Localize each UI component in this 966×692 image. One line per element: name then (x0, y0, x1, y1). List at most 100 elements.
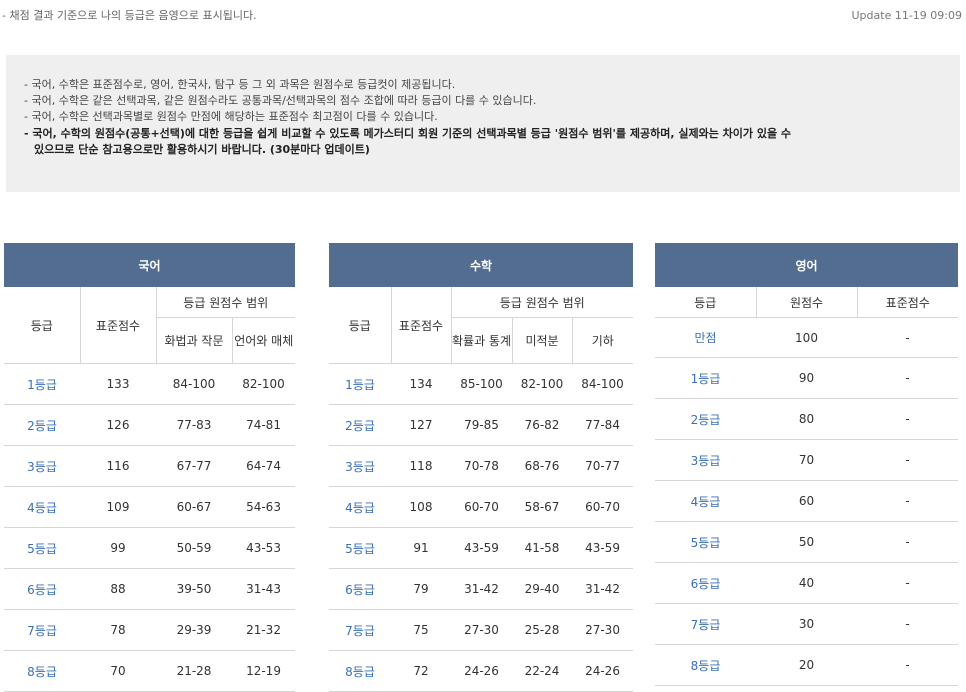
grade-cell: 5등급 (329, 527, 391, 569)
std-score-cell: 70 (80, 650, 156, 692)
grade-cell: 3등급 (4, 445, 80, 487)
std-score-cell: 99 (80, 527, 156, 569)
grade-cell: 7등급 (655, 603, 756, 645)
std-score-cell: - (857, 357, 958, 399)
korean-grade-table: 국어 등급 표준점수 등급 원점수 범위 화법과 작문 언어와 매체 1등급 13… (4, 243, 296, 692)
english-grade-table: 영어 등급 원점수 표준점수 만점 100-1등급 90-2등급 80-3등급 70-4… (655, 243, 958, 686)
raw-score-cell: 100 (756, 317, 857, 358)
std-score-cell: 126 (80, 404, 156, 446)
raw-range-cell: 50-59 (156, 527, 232, 569)
raw-score-cell: 50 (756, 521, 857, 563)
raw-range-cell: 70-77 (572, 445, 634, 487)
raw-range-cell: 43-53 (232, 527, 296, 569)
col-raw-range: 등급 원점수 범위 (451, 287, 634, 318)
grade-cell: 8등급 (329, 650, 391, 692)
raw-range-cell: 85-100 (451, 363, 512, 405)
col-subject-language-media: 언어와 매체 (232, 317, 296, 364)
col-raw-score: 원점수 (756, 287, 858, 318)
raw-range-cell: 84-100 (572, 363, 634, 405)
raw-range-cell: 31-43 (232, 568, 296, 610)
table-row: 3등급 70- (655, 439, 958, 481)
raw-range-cell: 60-70 (451, 486, 512, 528)
grade-cell: 7등급 (4, 609, 80, 651)
std-score-cell: - (857, 644, 958, 686)
std-score-cell: 91 (391, 527, 451, 569)
grade-cell: 5등급 (4, 527, 80, 569)
col-std-score: 표준점수 (391, 287, 452, 364)
raw-range-cell: 77-84 (572, 404, 634, 446)
col-grade: 등급 (329, 287, 392, 364)
grade-cell: 8등급 (4, 650, 80, 692)
raw-range-cell: 41-58 (512, 527, 572, 569)
std-score-cell: 78 (80, 609, 156, 651)
raw-range-cell: 24-26 (572, 650, 634, 692)
raw-range-cell: 74-81 (232, 404, 296, 446)
raw-range-cell: 25-28 (512, 609, 572, 651)
col-subject-calculus: 미적분 (512, 317, 573, 364)
raw-range-cell: 27-30 (451, 609, 512, 651)
notice-line: - 국어, 수학은 선택과목별로 원점수 만점에 해당하는 표준점수 최고점이 … (24, 110, 438, 124)
std-score-cell: 79 (391, 568, 451, 610)
grade-cell: 5등급 (655, 521, 756, 563)
raw-range-cell: 67-77 (156, 445, 232, 487)
std-score-cell: - (857, 317, 958, 358)
raw-score-cell: 20 (756, 644, 857, 686)
table-row: 2등급 126 77-83 74-81 (4, 404, 296, 446)
grade-cell: 만점 (655, 317, 756, 358)
english-title: 영어 (655, 243, 958, 287)
table-row: 6등급 79 31-42 29-40 31-42 (329, 568, 634, 610)
table-row: 2등급 80- (655, 398, 958, 440)
raw-range-cell: 22-24 (512, 650, 572, 692)
table-row: 4등급 108 60-70 58-67 60-70 (329, 486, 634, 528)
grade-cell: 1등급 (329, 363, 391, 405)
grade-cell: 7등급 (329, 609, 391, 651)
raw-range-cell: 64-74 (232, 445, 296, 487)
grade-cell: 6등급 (655, 562, 756, 604)
std-score-cell: 134 (391, 363, 451, 405)
notice-box: - 국어, 수학은 표준점수로, 영어, 한국사, 탐구 등 그 외 과목은 원… (6, 55, 960, 192)
raw-range-cell: 76-82 (512, 404, 572, 446)
math-grade-table: 수학 등급 표준점수 등급 원점수 범위 확률과 통계 미적분 기하 1등급 13… (329, 243, 634, 692)
raw-range-cell: 21-32 (232, 609, 296, 651)
raw-range-cell: 68-76 (512, 445, 572, 487)
raw-range-cell: 12-19 (232, 650, 296, 692)
std-score-cell: 88 (80, 568, 156, 610)
raw-range-cell: 24-26 (451, 650, 512, 692)
raw-range-cell: 39-50 (156, 568, 232, 610)
raw-range-cell: 60-67 (156, 486, 232, 528)
table-row: 1등급 134 85-100 82-100 84-100 (329, 363, 634, 405)
grade-cell: 1등급 (655, 357, 756, 399)
raw-range-cell: 82-100 (512, 363, 572, 405)
raw-range-cell: 29-40 (512, 568, 572, 610)
grade-cell: 3등급 (329, 445, 391, 487)
raw-range-cell: 43-59 (451, 527, 512, 569)
raw-range-cell: 82-100 (232, 363, 296, 405)
raw-range-cell: 54-63 (232, 486, 296, 528)
table-row: 5등급 99 50-59 43-53 (4, 527, 296, 569)
col-subject-probability: 확률과 통계 (451, 317, 513, 364)
std-score-cell: 109 (80, 486, 156, 528)
raw-range-cell: 31-42 (451, 568, 512, 610)
table-row: 7등급 30- (655, 603, 958, 645)
table-row: 3등급 116 67-77 64-74 (4, 445, 296, 487)
notice-line: - 국어, 수학은 같은 선택과목, 같은 원점수라도 공통과목/선택과목의 점… (24, 94, 537, 108)
grade-cell: 3등급 (655, 439, 756, 481)
table-row: 만점 100- (655, 317, 958, 358)
grade-cell: 4등급 (4, 486, 80, 528)
std-score-cell: 108 (391, 486, 451, 528)
raw-range-cell: 60-70 (572, 486, 634, 528)
col-subject-geometry: 기하 (572, 317, 634, 364)
notice-line-bold: 있으므로 단순 참고용으로만 활용하시기 바랍니다. (30분마다 업데이트) (34, 142, 370, 156)
raw-range-cell: 31-42 (572, 568, 634, 610)
raw-range-cell: 79-85 (451, 404, 512, 446)
table-row: 3등급 118 70-78 68-76 70-77 (329, 445, 634, 487)
std-score-cell: - (857, 603, 958, 645)
table-row: 8등급 20- (655, 644, 958, 686)
raw-score-cell: 60 (756, 480, 857, 522)
grade-cell: 8등급 (655, 644, 756, 686)
table-row: 4등급 60- (655, 480, 958, 522)
col-grade: 등급 (655, 287, 757, 318)
raw-range-cell: 21-28 (156, 650, 232, 692)
raw-range-cell: 43-59 (572, 527, 634, 569)
grade-cell: 2등급 (4, 404, 80, 446)
